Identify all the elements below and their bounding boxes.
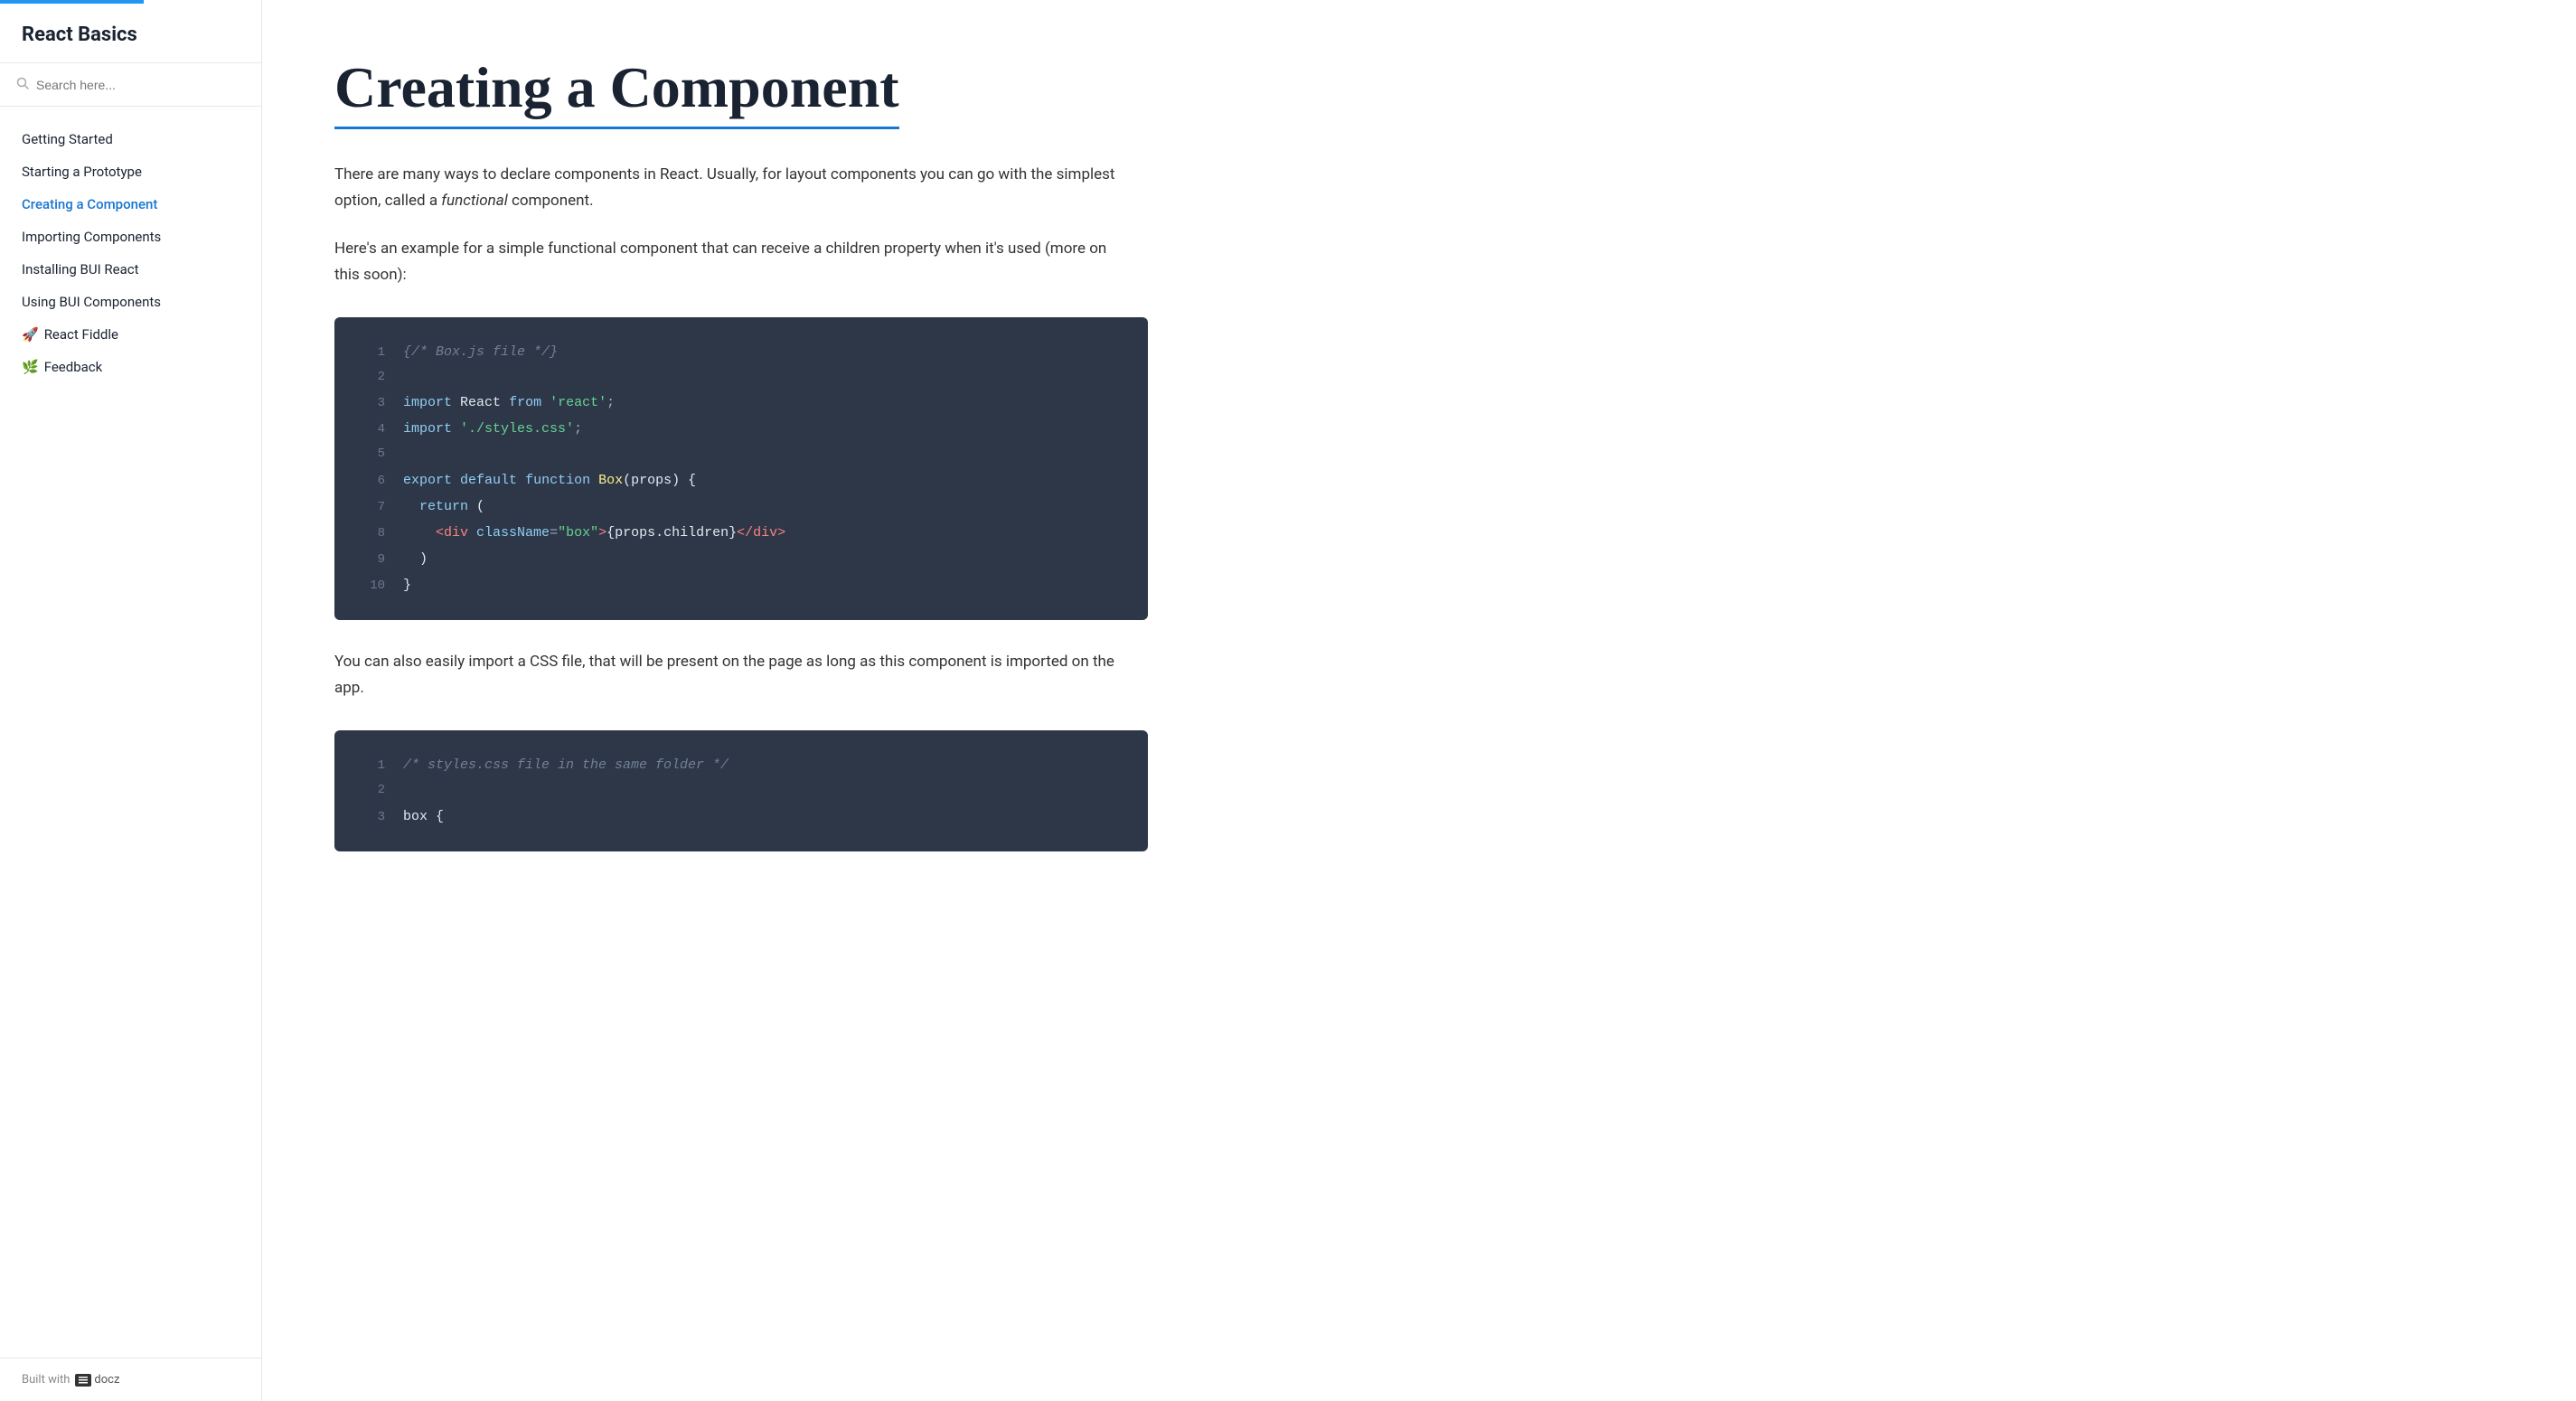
code2-line-3: 3 box {: [334, 804, 1148, 830]
search-input[interactable]: [36, 78, 245, 92]
sidebar-item-creating-component[interactable]: Creating a Component: [0, 188, 261, 221]
code-line-3: 3 import React from 'react';: [334, 390, 1148, 416]
intro-paragraph: There are many ways to declare component…: [334, 162, 1121, 214]
sidebar-item-importing-components[interactable]: Importing Components: [0, 221, 261, 253]
main-content: Creating a Component There are many ways…: [262, 0, 2576, 1401]
code2-line-2: 2: [334, 778, 1148, 803]
leaf-emoji: 🌿: [22, 359, 39, 375]
code-line-9: 9 ): [334, 546, 1148, 572]
sidebar-item-installing-bui[interactable]: Installing BUI React: [0, 253, 261, 286]
docz-icon: [75, 1374, 91, 1387]
code-line-6: 6 export default function Box(props) {: [334, 467, 1148, 494]
sidebar: React Basics Getting Started Starting a …: [0, 0, 262, 1401]
example-intro-paragraph: Here's an example for a simple functiona…: [334, 236, 1121, 288]
search-icon: [16, 76, 29, 93]
sidebar-item-starting-prototype[interactable]: Starting a Prototype: [0, 155, 261, 188]
sidebar-item-using-bui[interactable]: Using BUI Components: [0, 286, 261, 318]
code-line-8: 8 <div className="box">{props.children}<…: [334, 520, 1148, 546]
sidebar-item-getting-started[interactable]: Getting Started: [0, 123, 261, 155]
code-line-1: 1 {/* Box.js file */}: [334, 339, 1148, 365]
code-line-5: 5: [334, 442, 1148, 466]
docz-logo: docz: [75, 1373, 119, 1387]
page-title: Creating a Component: [334, 54, 899, 129]
sidebar-footer: Built with docz: [0, 1358, 261, 1401]
code2-line-1: 1 /* styles.css file in the same folder …: [334, 752, 1148, 778]
code-line-4: 4 import './styles.css';: [334, 416, 1148, 442]
sidebar-nav: Getting Started Starting a Prototype Cre…: [0, 107, 261, 1358]
docz-brand: docz: [94, 1373, 119, 1387]
code-line-10: 10 }: [334, 572, 1148, 598]
sidebar-title: React Basics: [0, 4, 261, 63]
code-block-1: 1 {/* Box.js file */} 2 3 import React f…: [334, 317, 1148, 621]
code-line-2: 2: [334, 365, 1148, 390]
search-container: [0, 63, 261, 107]
sidebar-item-feedback[interactable]: 🌿 Feedback: [0, 351, 261, 383]
rocket-emoji: 🚀: [22, 326, 39, 343]
sidebar-item-react-fiddle[interactable]: 🚀 React Fiddle: [0, 318, 261, 351]
footer-prefix: Built with: [22, 1373, 70, 1387]
code-block-2: 1 /* styles.css file in the same folder …: [334, 730, 1148, 851]
after-code-paragraph: You can also easily import a CSS file, t…: [334, 649, 1121, 701]
code-line-7: 7 return (: [334, 494, 1148, 520]
